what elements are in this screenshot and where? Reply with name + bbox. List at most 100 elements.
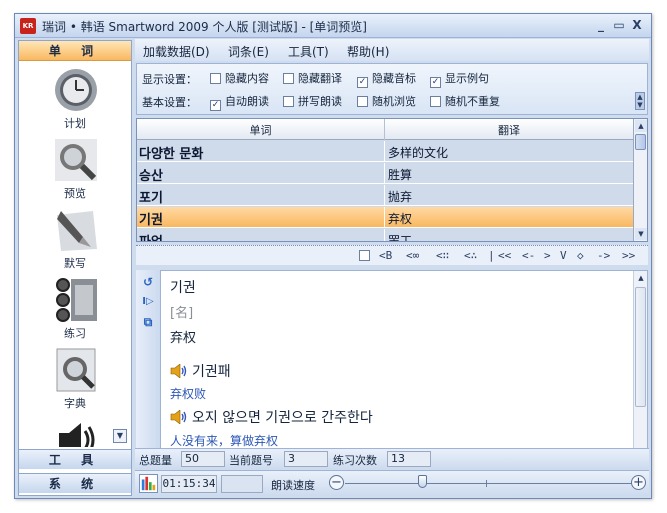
checkbox-spell-read[interactable] [283,96,294,107]
nav-button-loop[interactable]: <∞ [406,249,419,262]
nav-item-practice[interactable]: 练习 [19,273,131,343]
nav-button-forward[interactable]: -> [597,249,610,262]
option-random-no-repeat[interactable]: 随机不重复 [430,93,500,109]
copy-icon[interactable]: ⧉ [140,314,156,330]
nav-button-dots-alt[interactable]: <∴ [464,249,477,262]
stats-bar: 总题量 50 当前题号 3 练习次数 13 [135,448,649,469]
nav-item-label: 字典 [64,397,86,410]
speed-decrease-button[interactable]: − [329,475,344,490]
cell-word: 기권 [139,213,163,228]
section-words-header[interactable]: 单 词 [19,41,131,61]
scroll-thumb[interactable] [635,287,646,407]
scroll-up-button[interactable]: ▲ [635,120,647,132]
column-header-translation[interactable]: 翻译 [385,122,633,138]
checkbox-random-browse[interactable] [357,96,368,107]
nav-button-diamond[interactable]: ◇ [577,249,584,262]
total-questions-value: 50 [181,451,225,467]
checkbox-random-no-repeat[interactable] [430,96,441,107]
settings-expand-icon[interactable]: ▲ ▼ [635,92,645,110]
cell-word: 파업 [139,231,163,241]
table-row-selected[interactable]: 기권 弃权 [137,207,633,228]
nav-button-last[interactable]: >> [622,249,635,262]
option-label: 隐藏翻译 [298,72,342,85]
playback-bar: 01:15:34 朗读速度 − + [135,470,649,496]
detail-meaning: 弃权 [170,331,197,346]
nav-button-b[interactable]: <B [379,249,392,262]
example-korean-text: 기권패 [192,364,231,380]
option-label: 隐藏音标 [372,72,416,85]
checkbox-hide-phonetic[interactable]: ✓ [357,77,368,88]
nav-item-preview[interactable]: 预览 [19,133,131,203]
table-row[interactable]: 파업 罢工 [137,229,633,241]
checkbox-show-example[interactable]: ✓ [430,77,441,88]
option-hide-content[interactable]: 隐藏内容 [210,70,269,86]
option-label: 随机不重复 [445,95,500,108]
column-header-word[interactable]: 单词 [137,122,384,138]
example-korean-text: 오지 않으면 기권으로 간주한다 [192,410,373,426]
table-row[interactable]: 다양한 문화 多样的文化 [137,141,633,162]
nav-item-dictation[interactable]: 默写 [19,203,131,273]
nav-checkbox[interactable] [359,250,370,261]
nav-button-dots[interactable]: <∷ [436,249,449,262]
maximize-button[interactable]: ▭ [611,17,627,33]
column-divider [384,207,385,228]
speaker-icon[interactable] [170,410,188,424]
scroll-up-button[interactable]: ▲ [635,272,647,284]
nav-item-plan[interactable]: 计划 [19,63,131,133]
speed-slider-thumb[interactable] [418,475,428,488]
nav-button-down[interactable]: V [560,249,567,262]
window-title: 瑞词 • 韩语 Smartword 2009 个人版 [测试版] - [单词预览… [42,20,367,34]
nav-button-prev[interactable]: <- [522,249,535,262]
total-questions-label: 总题量 [139,454,172,467]
example-chinese: 弃权败 [170,387,207,401]
nav-scroll-down-button[interactable]: ▼ [113,429,127,443]
title-bar[interactable]: KR 瑞词 • 韩语 Smartword 2009 个人版 [测试版] - [单… [15,14,651,38]
table-row[interactable]: 포기 抛弃 [137,185,633,206]
menu-tools[interactable]: 工具(T) [288,43,329,60]
detail-part-of-speech: [名] [170,306,194,321]
practice-count-value: 13 [387,451,431,467]
detail-scrollbar[interactable]: ▲ ▼ [633,271,647,459]
replay-icon[interactable]: ↺ [140,274,156,290]
option-hide-phonetic[interactable]: ✓ 隐藏音标 [357,70,416,88]
option-spell-read[interactable]: 拼写朗读 [283,93,342,109]
example-chinese: 人没有来，算做弃权 [170,434,279,448]
elapsed-timer: 01:15:34 [161,475,217,493]
statistics-chart-icon[interactable] [139,474,158,493]
nav-item-label: 预览 [64,187,86,200]
option-show-example[interactable]: ✓ 显示例句 [430,70,489,88]
magnifier-icon [55,139,97,181]
nav-button-next[interactable]: > [544,249,551,262]
scroll-down-button[interactable]: ▼ [635,228,647,240]
nav-item-dictionary[interactable]: 字典 [19,343,131,413]
nav-button-first[interactable]: << [498,249,511,262]
nav-separator: | [488,249,495,262]
checkbox-auto-read[interactable]: ✓ [210,100,221,111]
option-hide-translation[interactable]: 隐藏翻译 [283,70,342,86]
menu-entry[interactable]: 词条(E) [228,43,269,60]
option-auto-read[interactable]: ✓ 自动朗读 [210,93,269,111]
minimize-button[interactable]: _ [593,17,609,33]
cell-word: 승산 [139,169,163,184]
speed-increase-button[interactable]: + [631,475,646,490]
word-list-table: 单词 翻译 다양한 문화 多样的文化 승산 胜算 포기 抛弃 기권 弃权 파업 罢工 ▲ … [136,118,648,242]
detail-toolbar: ↺ I▷ ⧉ [136,270,160,460]
section-tools-header[interactable]: 工 具 [19,449,131,469]
speed-slider-track[interactable] [345,483,635,484]
speaker-icon[interactable] [170,364,188,378]
checkbox-hide-content[interactable] [210,73,221,84]
close-button[interactable]: X [629,17,645,33]
menu-help[interactable]: 帮助(H) [347,43,389,60]
nav-item-label: 练习 [64,327,86,340]
dictionary-icon [56,348,96,392]
table-row[interactable]: 승산 胜算 [137,163,633,184]
menu-load-data[interactable]: 加载数据(D) [143,43,210,60]
table-scrollbar[interactable]: ▲ ▼ [633,119,647,241]
option-random-browse[interactable]: 随机浏览 [357,93,416,109]
play-icon[interactable]: I▷ [140,294,156,310]
clock-icon [55,69,97,111]
display-settings-label: 显示设置： [142,73,197,86]
checkbox-hide-translation[interactable] [283,73,294,84]
section-system-header[interactable]: 系 统 [19,473,131,493]
scroll-thumb[interactable] [635,134,646,150]
